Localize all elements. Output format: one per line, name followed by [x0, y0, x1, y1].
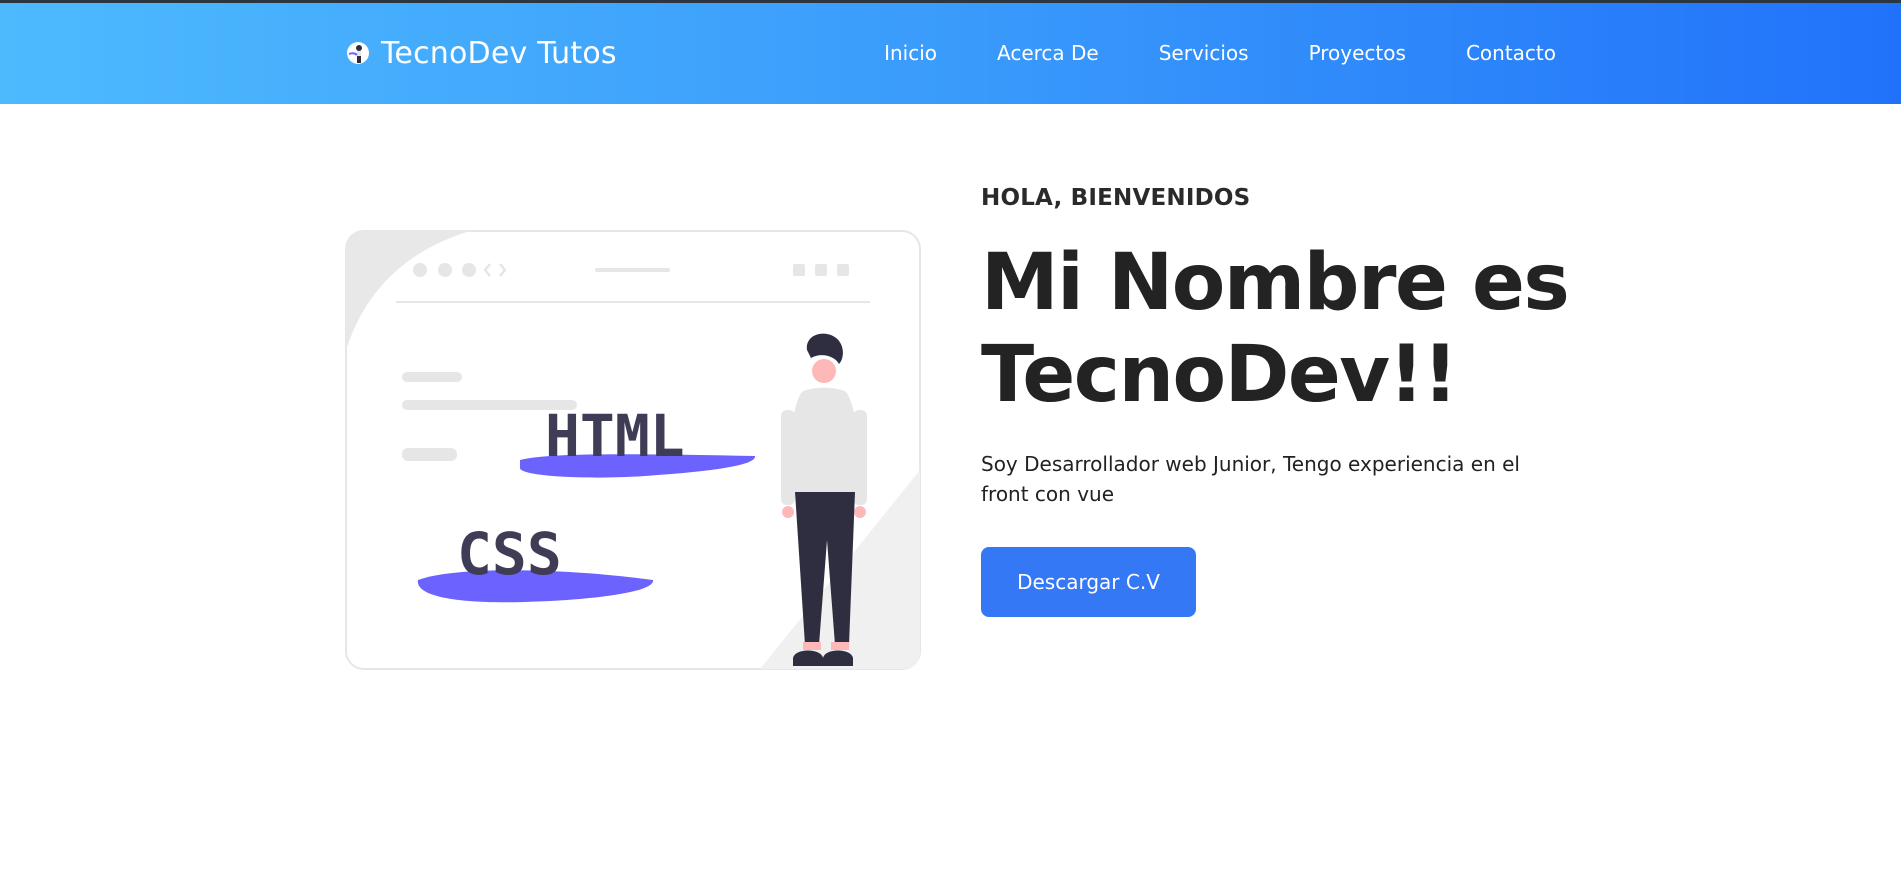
nav-link-servicios[interactable]: Servicios	[1159, 41, 1249, 65]
developer-logo-icon	[347, 42, 369, 64]
web-developer-illustration: HTML CSS	[345, 230, 921, 670]
hero-headline: Mi Nombre es TecnoDev!!	[981, 238, 1570, 420]
nav-item-proyectos: Proyectos	[1309, 41, 1406, 65]
nav-link-proyectos[interactable]: Proyectos	[1309, 41, 1406, 65]
css-label: CSS	[457, 520, 562, 588]
hero-description: Soy Desarrollador web Junior, Tengo expe…	[981, 452, 1520, 506]
navbar: TecnoDev Tutos Inicio Acerca De Servicio…	[0, 3, 1901, 104]
hero-text: HOLA, BIENVENIDOS Mi Nombre es TecnoDev!…	[981, 185, 1581, 617]
nav-item-inicio: Inicio	[884, 41, 937, 65]
brand-name: TecnoDev Tutos	[381, 35, 617, 71]
nav-link-inicio[interactable]: Inicio	[884, 41, 937, 65]
download-cv-button[interactable]: Descargar C.V	[981, 547, 1196, 617]
nav-item-contacto: Contacto	[1466, 41, 1556, 65]
nav-link-contacto[interactable]: Contacto	[1466, 41, 1556, 65]
hero-greeting: HOLA, BIENVENIDOS	[981, 185, 1251, 211]
html-label: HTML	[545, 402, 685, 470]
nav-menu: Inicio Acerca De Servicios Proyectos Con…	[884, 41, 1556, 65]
nav-item-acerca-de: Acerca De	[997, 41, 1099, 65]
brand[interactable]: TecnoDev Tutos	[345, 33, 617, 73]
nav-link-acerca-de[interactable]: Acerca De	[997, 41, 1099, 65]
nav-item-servicios: Servicios	[1159, 41, 1249, 65]
